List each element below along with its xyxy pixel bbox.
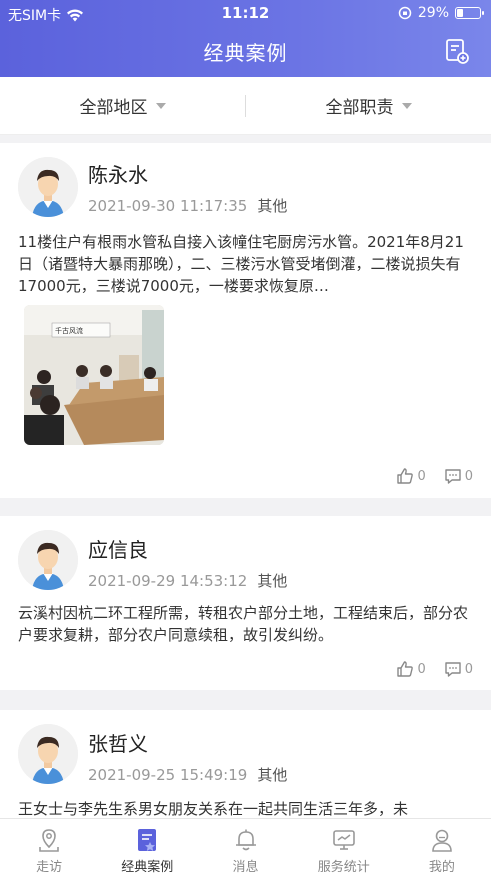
like-button[interactable]: 0 <box>396 660 426 678</box>
like-count: 0 <box>417 468 426 484</box>
case-description: 王女士与李先生系男女朋友关系在一起共同生活三年多，未 <box>18 800 409 818</box>
case-category: 其他 <box>257 766 288 784</box>
avatar <box>18 530 78 590</box>
case-meta: 2021-09-29 14:53:12 其他 <box>88 570 287 591</box>
case-actions: 0 0 <box>396 660 473 678</box>
caret-down-icon <box>155 102 166 109</box>
case-card[interactable]: 应信良 2021-09-29 14:53:12 其他 云溪村因杭二环工程所需，转租… <box>0 516 491 690</box>
page-title: 经典案例 <box>203 41 288 65</box>
caret-down-icon <box>401 102 412 109</box>
case-description: 11楼住户有根雨水管私自接入该幢住宅厨房污水管。2021年8月21日（诸暨特大暴… <box>18 233 464 295</box>
case-category: 其他 <box>257 572 288 590</box>
duty-filter[interactable]: 全部职责 <box>246 93 491 118</box>
tab-mine[interactable]: 我的 <box>393 819 491 877</box>
case-author: 陈永水 <box>88 163 148 187</box>
battery-percent: 29% <box>417 5 449 21</box>
avatar <box>18 157 78 217</box>
filter-bar: 全部地区 全部职责 <box>0 77 491 135</box>
document-icon <box>138 829 157 851</box>
svg-text:千古风流: 千古风流 <box>55 326 83 335</box>
case-card[interactable]: 张哲义 2021-09-25 15:49:19 其他 王女士与李先生系男女朋友关系… <box>0 710 491 818</box>
tab-cases-label: 经典案例 <box>121 860 174 875</box>
case-datetime: 2021-09-25 15:49:19 <box>88 766 248 784</box>
case-datetime: 2021-09-29 14:53:12 <box>88 572 248 590</box>
orientation-lock-icon <box>398 6 412 20</box>
case-category: 其他 <box>257 197 288 215</box>
tab-stats[interactable]: 服务统计 <box>295 819 393 877</box>
tab-mine-label: 我的 <box>428 860 455 875</box>
add-document-icon[interactable] <box>445 38 469 64</box>
case-actions: 0 0 <box>396 467 473 485</box>
case-author: 应信良 <box>88 538 148 562</box>
monitor-icon <box>332 830 355 850</box>
region-filter-label: 全部地区 <box>79 98 148 118</box>
tab-visit[interactable]: 走访 <box>0 819 98 877</box>
like-count: 0 <box>417 661 426 677</box>
tab-bar: 走访 经典案例 消息 服务统计 我的 <box>0 818 491 877</box>
tab-messages[interactable]: 消息 <box>196 819 294 877</box>
comment-button[interactable]: 0 <box>444 467 473 485</box>
comment-button[interactable]: 0 <box>444 660 473 678</box>
comment-count: 0 <box>464 468 473 484</box>
map-pin-icon <box>39 829 59 852</box>
tab-cases[interactable]: 经典案例 <box>98 819 196 877</box>
status-bar: 无SIM卡 11:12 29% <box>0 0 491 26</box>
user-icon <box>432 829 452 852</box>
comment-icon <box>445 662 461 677</box>
app-header: 无SIM卡 11:12 29% 经典案例 <box>0 0 491 77</box>
tab-stats-label: 服务统计 <box>317 860 370 875</box>
comment-icon <box>445 469 461 484</box>
tab-messages-label: 消息 <box>232 860 259 875</box>
case-description: 云溪村因杭二环工程所需，转租农户部分土地，工程结束后，部分农户要求复耕，部分农户… <box>18 604 469 644</box>
case-meta: 2021-09-30 11:17:35 其他 <box>88 195 287 216</box>
avatar <box>18 724 78 784</box>
like-button[interactable]: 0 <box>396 467 426 485</box>
comment-count: 0 <box>464 661 473 677</box>
thumbs-up-icon <box>397 661 414 677</box>
tab-visit-label: 走访 <box>36 860 63 875</box>
case-author: 张哲义 <box>88 732 148 756</box>
region-filter[interactable]: 全部地区 <box>0 93 245 118</box>
case-datetime: 2021-09-30 11:17:35 <box>88 197 248 215</box>
case-card[interactable]: 陈永水 2021-09-30 11:17:35 其他 11楼住户有根雨水管私自接入… <box>0 143 491 498</box>
thumbs-up-icon <box>397 468 414 484</box>
bell-icon <box>235 829 256 851</box>
battery-fill <box>457 9 464 17</box>
battery-icon <box>455 7 484 19</box>
case-meta: 2021-09-25 15:49:19 其他 <box>88 764 287 785</box>
duty-filter-label: 全部职责 <box>325 98 394 118</box>
case-photo[interactable]: 千古风流 <box>24 305 164 445</box>
